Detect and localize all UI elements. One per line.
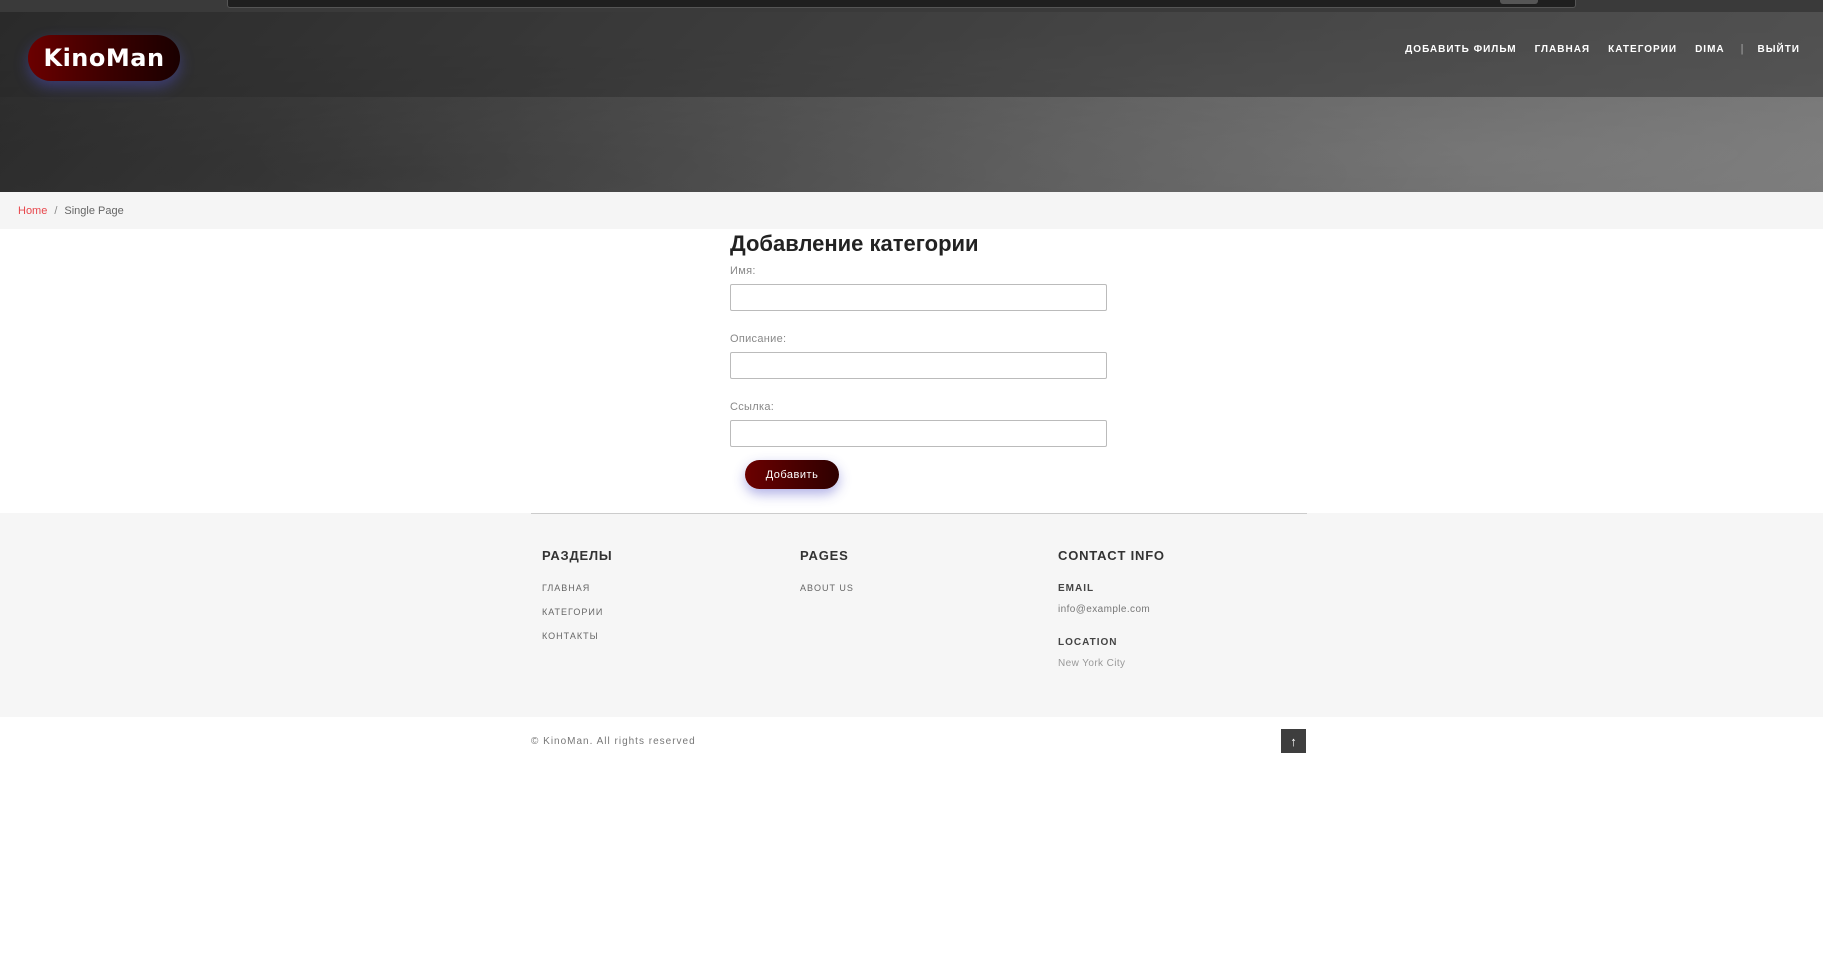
top-bar-pill <box>1500 0 1538 4</box>
footer-sections-title: РАЗДЕЛЫ <box>542 548 613 563</box>
name-input[interactable] <box>730 284 1107 311</box>
footer-pages-title: PAGES <box>800 548 849 563</box>
description-field-group: Описание: <box>730 333 1110 397</box>
location-value: New York City <box>1058 658 1126 669</box>
top-address-bar <box>227 0 1576 8</box>
footer-link-about[interactable]: ABOUT US <box>800 583 854 593</box>
footer-pages: PAGES ABOUT US <box>800 548 854 607</box>
nav-user[interactable]: DIMA <box>1695 44 1725 55</box>
add-category-form: Добавление категории Имя: Описание: Ссыл… <box>730 229 1110 489</box>
description-input[interactable] <box>730 352 1107 379</box>
nav-categories[interactable]: КАТЕГОРИИ <box>1608 44 1677 55</box>
footer-contact-title: CONTACT INFO <box>1058 548 1165 563</box>
nav-add-movie[interactable]: ДОБАВИТЬ ФИЛЬМ <box>1405 44 1516 55</box>
name-field-group: Имя: <box>730 265 1110 329</box>
arrow-up-icon[interactable]: ↑ <box>1281 729 1306 753</box>
footer-link-home[interactable]: ГЛАВНАЯ <box>542 583 612 593</box>
name-label: Имя: <box>730 265 756 277</box>
footer-link-categories[interactable]: КАТЕГОРИИ <box>542 607 612 617</box>
description-label: Описание: <box>730 333 787 345</box>
top-strip <box>0 0 1823 12</box>
link-label: Ссылка: <box>730 401 775 413</box>
location-label: LOCATION <box>1058 637 1118 648</box>
page-title: Добавление категории <box>730 231 979 256</box>
nav-separator: | <box>1740 43 1744 55</box>
add-button[interactable]: Добавить <box>745 460 839 489</box>
breadcrumb-home[interactable]: Home <box>18 205 47 217</box>
email-label: EMAIL <box>1058 583 1095 594</box>
copyright: © KinoMan. All rights reserved <box>531 736 696 747</box>
footer: РАЗДЕЛЫ ГЛАВНАЯ КАТЕГОРИИ КОНТАКТЫ PAGES… <box>0 513 1823 717</box>
breadcrumb-current: Single Page <box>64 204 124 217</box>
breadcrumb-divider: / <box>54 204 58 217</box>
hero-header: KinoMan ДОБАВИТЬ ФИЛЬМ ГЛАВНАЯ КАТЕГОРИИ… <box>0 0 1823 192</box>
footer-divider <box>531 513 1307 514</box>
email-value: info@example.com <box>1058 604 1151 615</box>
footer-sections: РАЗДЕЛЫ ГЛАВНАЯ КАТЕГОРИИ КОНТАКТЫ <box>542 548 612 655</box>
footer-contact: CONTACT INFO EMAIL info@example.com LOCA… <box>1058 548 1165 691</box>
nav-home[interactable]: ГЛАВНАЯ <box>1535 44 1591 55</box>
site-logo[interactable]: KinoMan <box>28 35 180 81</box>
link-input[interactable] <box>730 420 1107 447</box>
main-nav: ДОБАВИТЬ ФИЛЬМ ГЛАВНАЯ КАТЕГОРИИ DIMA | … <box>1387 43 1800 55</box>
nav-logout[interactable]: ВЫЙТИ <box>1758 44 1801 55</box>
footer-link-contacts[interactable]: КОНТАКТЫ <box>542 631 612 641</box>
breadcrumb: Home / Single Page <box>0 192 1823 229</box>
link-field-group: Ссылка: <box>730 401 1110 465</box>
